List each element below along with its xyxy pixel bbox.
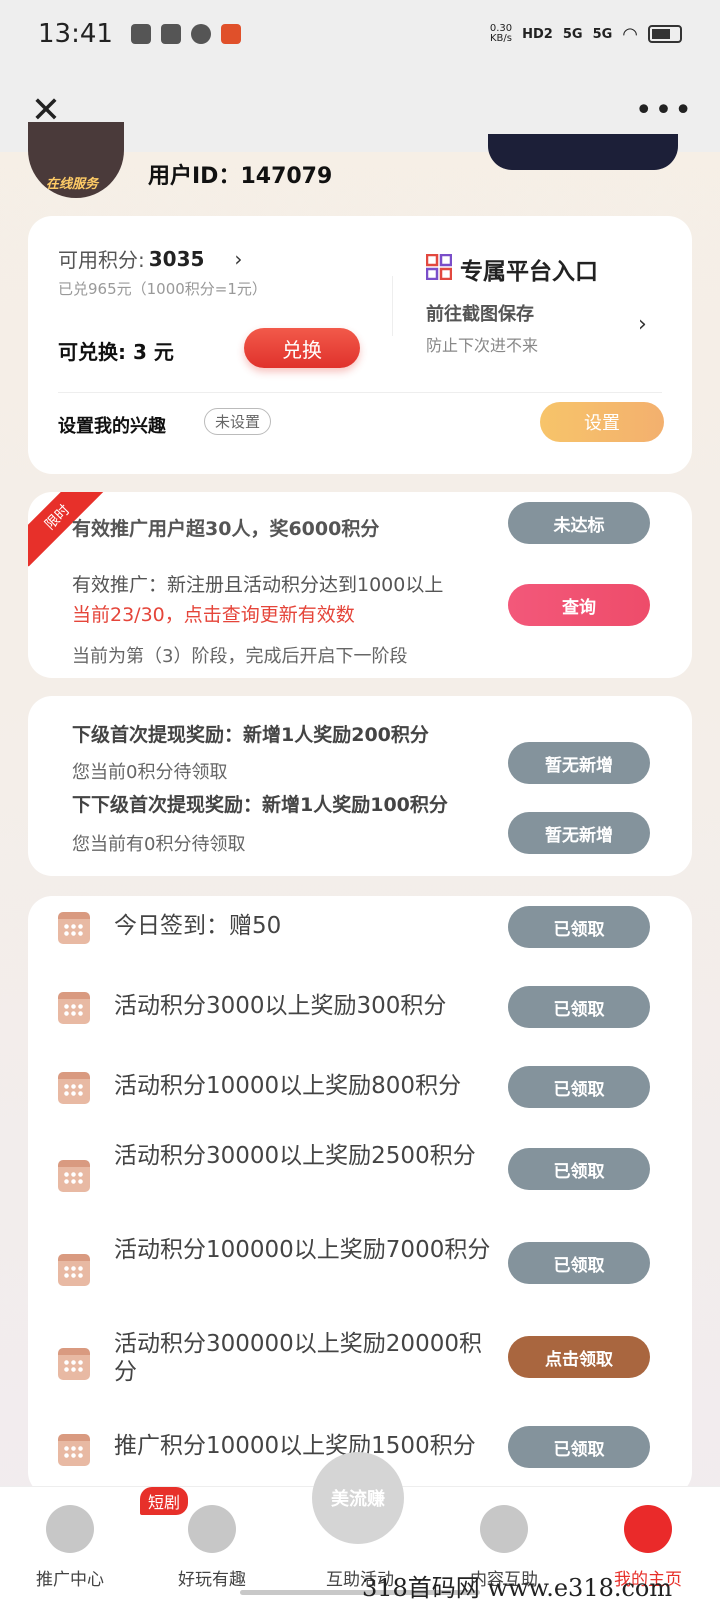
calendar-icon [58,992,90,1024]
platform-entry-sub: 前往截图保存 [426,304,534,325]
points-label: 可用积分: [58,248,145,272]
claimed-button[interactable]: 已领取 [508,1426,650,1468]
nav-label: 好玩有趣 [178,1570,246,1590]
platform-grid-icon [426,254,452,280]
promo-card: 限时 有效推广用户超30人，奖6000积分 有效推广：新注册且活动积分达到100… [28,492,692,678]
claimed-button[interactable]: 已领取 [508,1066,650,1108]
promo-progress: 当前23/30，点击查询更新有效数 [72,604,355,626]
task-text: 活动积分300000以上奖励20000积分 [114,1331,482,1385]
chevron-right-icon[interactable]: › [638,312,647,337]
query-button[interactable]: 查询 [508,584,650,626]
short-drama-badge: 短剧 [140,1487,189,1515]
app-notification-icon [190,24,211,44]
exchangeable-amount: 可兑换: 3 元 [58,340,174,364]
not-reached-button[interactable]: 未达标 [508,502,650,544]
app-notification-icon [220,24,241,44]
nav-item-promo-center[interactable]: 推广中心 [10,1487,130,1600]
calendar-icon [58,1434,90,1466]
task-text: 今日签到：赠50 [114,913,282,939]
net-speed: 0.30 KB/s [490,24,512,44]
user-id: 用户ID：147079 [148,164,333,189]
user-header: 在线服务 用户ID：147079 [0,122,720,202]
calendar-icon [58,1160,90,1192]
battery-icon [648,25,682,43]
redeemed-note: 已兑965元（1000积分=1元） [58,280,267,298]
calendar-icon [58,1348,90,1380]
notification-icons [130,24,241,44]
status-bar: 13:41 0.30 KB/s HD2 5G 5G ◠ [0,0,720,68]
wifi-icon: ◠ [622,23,638,45]
divider [58,392,662,393]
claim-button[interactable]: 点击领取 [508,1336,650,1378]
promo-description: 有效推广：新注册且活动积分达到1000以上 [72,574,444,596]
status-time: 13:41 [38,19,113,49]
task-list-card: 今日签到：赠50 已领取 活动积分3000以上奖励300积分 已领取 活动积分1… [28,896,692,1496]
hd-icon: HD2 [522,26,553,42]
promo-title: 有效推广用户超30人，奖6000积分 [72,518,380,540]
promo-stage: 当前为第（3）阶段，完成后开启下一阶段 [72,646,408,667]
app-notification-icon [130,24,151,44]
claimed-button[interactable]: 已领取 [508,986,650,1028]
upload-icon [480,1505,528,1553]
avatar[interactable]: 在线服务 [28,122,124,198]
points-card: 可用积分: 3035 › 已兑965元（1000积分=1元） 可兑换: 3 元 … [28,216,692,474]
center-logo-button[interactable]: 美流赚 [312,1452,404,1544]
grid-icon [46,1505,94,1553]
set-interest-button[interactable]: 设置 [540,402,664,442]
task-text: 推广积分10000以上奖励1500积分 [114,1433,476,1459]
task-text: 活动积分10000以上奖励800积分 [114,1073,462,1099]
withdraw-reward-card: 下级首次提现奖励：新增1人奖励200积分 您当前0积分待领取 下下级首次提现奖励… [28,696,692,876]
nav-label: 推广中心 [36,1570,104,1590]
platform-entry-note: 防止下次进不来 [426,336,539,355]
subordinate-reward-status: 您当前0积分待领取 [72,762,228,783]
task-text: 活动积分30000以上奖励2500积分 [114,1143,476,1169]
avatar-label: 在线服务 [46,177,99,192]
task-text: 活动积分100000以上奖励7000积分 [114,1237,491,1263]
points-value: 3035 [148,246,205,271]
interest-status-badge: 未设置 [204,408,272,435]
sub-subordinate-reward-status: 您当前有0积分待领取 [72,834,246,855]
calendar-icon [58,1254,90,1286]
user-icon [624,1505,672,1553]
subordinate-reward-title: 下级首次提现奖励：新增1人奖励200积分 [72,724,429,746]
no-new-button[interactable]: 暂无新增 [508,812,650,854]
calendar-icon [58,1072,90,1104]
no-new-button[interactable]: 暂无新增 [508,742,650,784]
planet-icon [188,1505,236,1553]
exchange-button[interactable]: 兑换 [244,328,360,368]
header-pill-button[interactable] [488,134,678,170]
app-notification-icon [160,24,181,44]
chevron-right-icon: › [234,246,243,271]
status-right: 0.30 KB/s HD2 5G 5G ◠ [490,24,682,45]
interest-label: 设置我的兴趣 [58,416,166,437]
platform-entry-title[interactable]: 专属平台入口 [460,252,598,286]
claimed-button[interactable]: 已领取 [508,906,650,948]
sub-subordinate-reward-title: 下下级首次提现奖励：新增1人奖励100积分 [72,794,448,816]
task-text: 活动积分3000以上奖励300积分 [114,993,447,1019]
signal-icon: 5G [562,26,583,42]
divider [392,276,393,336]
claimed-button[interactable]: 已领取 [508,1148,650,1190]
net-speed-unit: KB/s [489,33,512,44]
more-icon[interactable]: ••• [635,93,694,128]
calendar-icon [58,912,90,944]
points-row[interactable]: 可用积分: 3035 › [58,244,242,273]
signal-icon: 5G [592,26,613,42]
watermark: 318首码网 www.e318.com [362,1574,673,1600]
claimed-button[interactable]: 已领取 [508,1242,650,1284]
